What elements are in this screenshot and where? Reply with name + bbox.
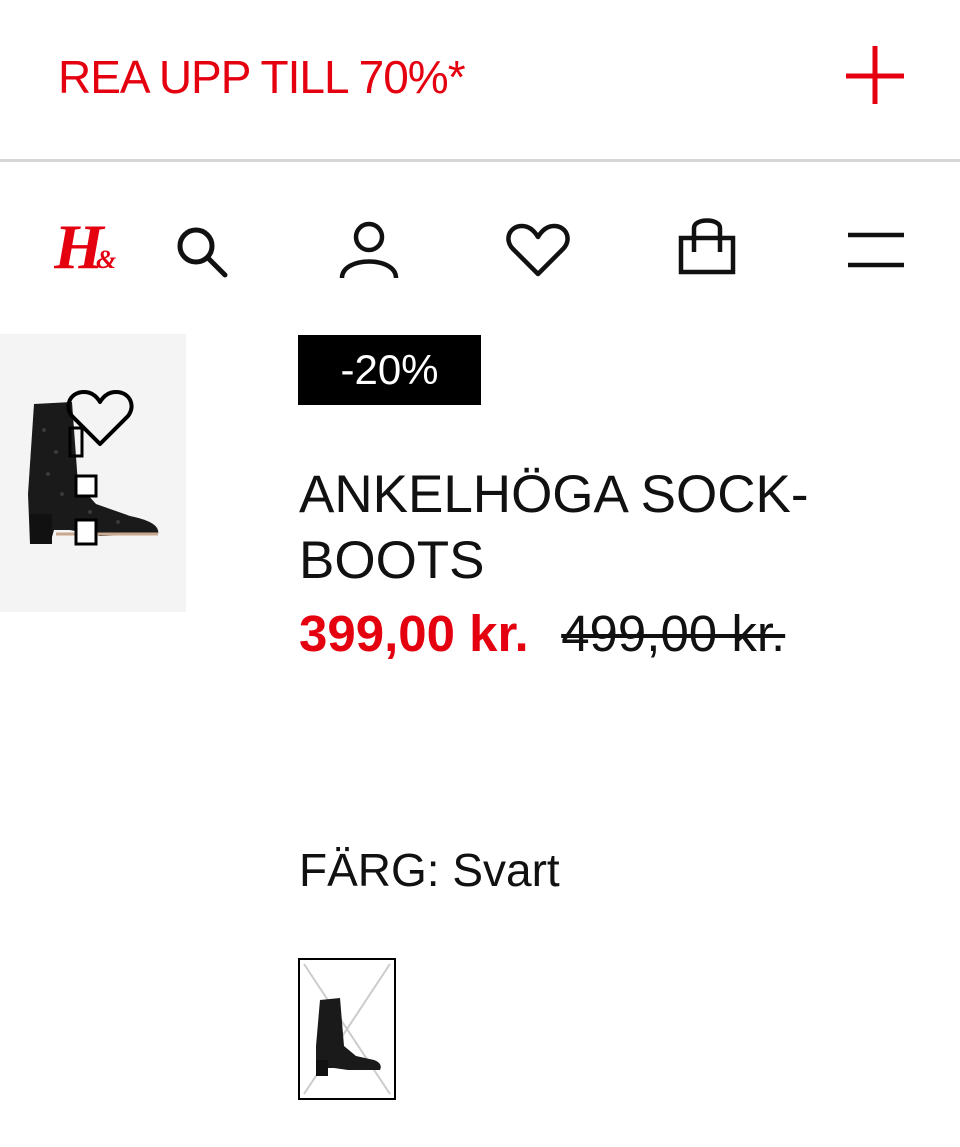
hm-logo-icon: H & bbox=[53, 211, 116, 282]
original-price: 499,00 kr. bbox=[561, 605, 786, 662]
price-row: 399,00 kr. 499,00 kr. bbox=[299, 604, 785, 663]
account-icon bbox=[339, 221, 399, 279]
shopping-bag-icon bbox=[678, 218, 736, 275]
promo-text[interactable]: REA UPP TILL 70%* bbox=[58, 50, 466, 104]
heart-outline-icon bbox=[66, 390, 134, 446]
boot-image bbox=[28, 390, 159, 546]
expand-promo-button[interactable] bbox=[838, 40, 910, 112]
search-button[interactable] bbox=[172, 222, 232, 282]
favorites-button[interactable] bbox=[506, 222, 570, 278]
color-swatch-svart[interactable] bbox=[298, 958, 396, 1100]
plus-icon bbox=[846, 46, 904, 104]
sale-price: 399,00 kr. bbox=[299, 605, 529, 662]
product-image[interactable] bbox=[0, 334, 186, 612]
shopping-bag-button[interactable] bbox=[676, 216, 738, 278]
product-title: ANKELHÖGA SOCK-BOOTS bbox=[299, 465, 809, 590]
favorites-heart-icon bbox=[506, 223, 570, 277]
discount-badge: -20% bbox=[298, 335, 481, 405]
svg-text:&: & bbox=[96, 245, 116, 274]
account-button[interactable] bbox=[336, 218, 402, 284]
search-icon bbox=[177, 227, 228, 278]
hm-logo[interactable]: H & bbox=[53, 198, 120, 288]
swatch-image bbox=[303, 963, 391, 1095]
site-header: H & bbox=[0, 162, 960, 332]
promo-banner[interactable]: REA UPP TILL 70%* bbox=[0, 0, 960, 162]
menu-button[interactable] bbox=[846, 230, 906, 270]
color-label: FÄRG: Svart bbox=[299, 844, 560, 896]
menu-icon bbox=[848, 232, 904, 268]
